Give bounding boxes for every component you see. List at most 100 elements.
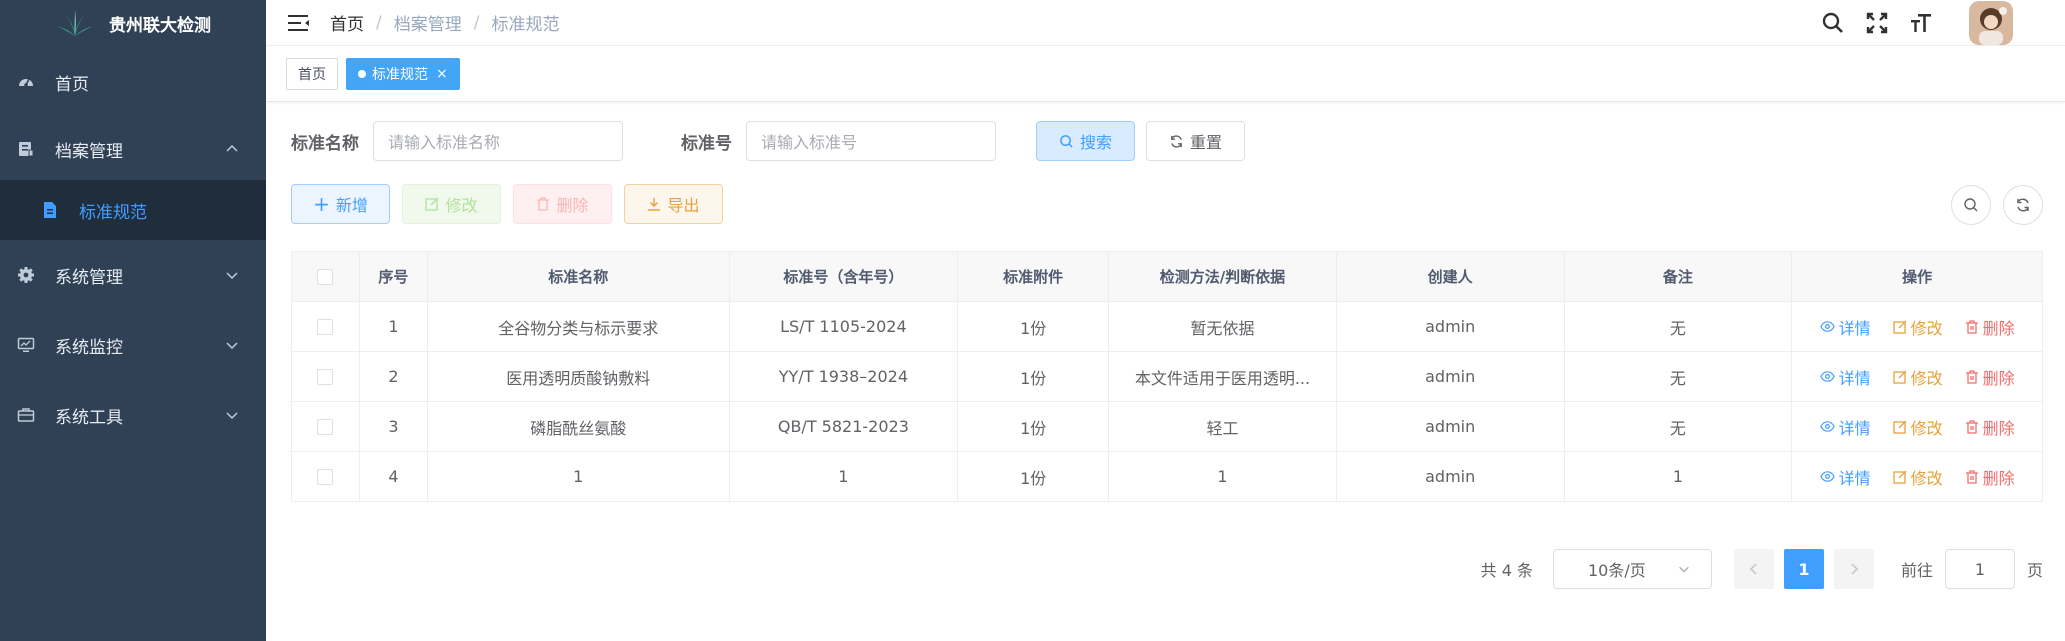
- tag-home[interactable]: 首页: [286, 57, 338, 90]
- eye-icon: [1819, 471, 1835, 482]
- edit-row-button[interactable]: 修改: [1892, 415, 1943, 439]
- trash-icon: [1965, 319, 1978, 334]
- search-icon: [1964, 198, 1978, 212]
- row-checkbox[interactable]: [317, 318, 334, 335]
- sidebar-item-tools[interactable]: 系统工具: [0, 380, 266, 450]
- toggle-search-button[interactable]: [1951, 185, 1991, 225]
- cell-creator: admin: [1337, 452, 1565, 501]
- search-button[interactable]: 搜索: [1036, 121, 1135, 161]
- tag-standards[interactable]: 标准规范 ×: [346, 57, 460, 90]
- cell-attachment[interactable]: 1份: [958, 302, 1110, 351]
- chevron-right-icon: [1851, 563, 1859, 575]
- row-checkbox[interactable]: [317, 418, 334, 435]
- sidebar-item-archive[interactable]: 档案管理: [0, 118, 266, 180]
- avatar[interactable]: [1969, 1, 2013, 45]
- sidebar-item-standards[interactable]: 标准规范: [0, 180, 266, 240]
- refresh-table-button[interactable]: [2003, 185, 2043, 225]
- view-detail-button[interactable]: 详情: [1819, 415, 1871, 439]
- cell-creator: admin: [1337, 352, 1565, 401]
- chevron-up-icon: [226, 144, 238, 152]
- cell-actions: 详情 修改 删除: [1792, 402, 2042, 451]
- row-checkbox[interactable]: [317, 368, 334, 385]
- prev-page-button[interactable]: [1733, 549, 1774, 589]
- standard-name-input[interactable]: 请输入标准名称: [373, 121, 623, 161]
- edit-button-label: 修改: [445, 196, 478, 215]
- cell-remark: 1: [1565, 452, 1793, 501]
- edit-button[interactable]: 修改: [402, 184, 501, 224]
- view-detail-button[interactable]: 详情: [1819, 315, 1871, 339]
- next-page-button[interactable]: [1833, 549, 1874, 589]
- edit-row-button[interactable]: 修改: [1892, 315, 1943, 339]
- fullscreen-icon[interactable]: [1865, 11, 1889, 35]
- sidebar-item-label: 档案管理: [55, 141, 123, 162]
- cell-attachment[interactable]: 1份: [958, 352, 1110, 401]
- search-icon: [1060, 134, 1073, 148]
- delete-row-button[interactable]: 删除: [1965, 415, 2015, 439]
- toolbox-icon: [16, 405, 36, 425]
- menu-fold-icon[interactable]: [288, 14, 310, 32]
- page-size-select[interactable]: 10条/页: [1552, 549, 1712, 589]
- cell-attachment[interactable]: 1份: [958, 452, 1110, 501]
- refresh-icon: [1171, 134, 1182, 148]
- search-icon[interactable]: [1821, 11, 1845, 35]
- row-checkbox[interactable]: [317, 468, 334, 485]
- select-all-checkbox[interactable]: [317, 268, 334, 285]
- search-button-label: 搜索: [1079, 133, 1112, 152]
- edit-row-button[interactable]: 修改: [1892, 365, 1943, 389]
- reset-button[interactable]: 重置: [1146, 121, 1245, 161]
- main-content: 标准名称 请输入标准名称 标准号 请输入标准号 搜索 重置 + 新增 修改 删除…: [266, 102, 2065, 641]
- sidebar-item-label: 系统监控: [55, 337, 123, 358]
- chevron-down-icon: [226, 412, 238, 420]
- delete-button[interactable]: 删除: [513, 184, 612, 224]
- sidebar-item-label: 系统工具: [55, 407, 123, 428]
- sidebar: 贵州联大检测 首页 档案管理 标准规范 系统管理 系统监控 系统工具: [0, 0, 266, 641]
- gear-icon: [16, 265, 36, 285]
- column-header: 标准名称: [428, 252, 730, 301]
- font-size-icon[interactable]: [1909, 11, 1933, 35]
- standard-no-input[interactable]: 请输入标准号: [746, 121, 996, 161]
- chevron-left-icon: [1749, 563, 1757, 575]
- sidebar-item-system[interactable]: 系统管理: [0, 240, 266, 310]
- standards-table: 序号 标准名称 标准号（含年号） 标准附件 检测方法/判断依据 创建人 备注 操…: [291, 251, 2043, 502]
- delete-button-label: 删除: [556, 196, 589, 215]
- sidebar-item-label: 系统管理: [55, 267, 123, 288]
- column-header: 标准号（含年号）: [730, 252, 959, 301]
- logo[interactable]: 贵州联大检测: [0, 0, 266, 46]
- cell-actions: 详情 修改 删除: [1792, 302, 2042, 351]
- goto-page-input[interactable]: 1: [1944, 549, 2015, 589]
- delete-row-button[interactable]: 删除: [1965, 365, 2015, 389]
- cell-remark: 无: [1565, 352, 1793, 401]
- cell-name: 磷脂酰丝氨酸: [428, 402, 730, 451]
- tag-label: 标准规范: [372, 66, 428, 83]
- breadcrumb-item[interactable]: 首页: [330, 10, 364, 35]
- logo-leaf-icon: [57, 10, 93, 36]
- plus-icon: +: [313, 192, 330, 216]
- cell-attachment[interactable]: 1份: [958, 402, 1110, 451]
- pagination-jumper: 前往 1 页: [1901, 549, 2043, 589]
- cell-code: YY/T 1938–2024: [730, 352, 959, 401]
- page-number-button[interactable]: 1: [1783, 549, 1824, 589]
- cell-actions: 详情 修改 删除: [1792, 452, 2042, 501]
- close-icon[interactable]: ×: [436, 66, 448, 82]
- reset-button-label: 重置: [1189, 133, 1222, 152]
- cell-code: QB/T 5821-2023: [730, 402, 959, 451]
- edit-row-button[interactable]: 修改: [1892, 465, 1943, 489]
- cell-actions: 详情 修改 删除: [1792, 352, 2042, 401]
- sidebar-item-home[interactable]: 首页: [0, 46, 266, 118]
- standard-name-label: 标准名称: [291, 133, 359, 154]
- sidebar-item-monitor[interactable]: 系统监控: [0, 310, 266, 380]
- delete-row-button[interactable]: 删除: [1965, 315, 2015, 339]
- column-header: 检测方法/判断依据: [1109, 252, 1337, 301]
- delete-row-button[interactable]: 删除: [1965, 465, 2015, 489]
- edit-icon: [1892, 470, 1907, 484]
- add-button[interactable]: + 新增: [291, 184, 390, 224]
- table-row: 1 全谷物分类与标示要求 LS/T 1105-2024 1份 暂无依据 admin 无详情修…: [292, 302, 2042, 352]
- export-button[interactable]: 导出: [624, 184, 723, 224]
- cell-method: 轻工: [1206, 418, 1239, 438]
- view-detail-button[interactable]: 详情: [1819, 465, 1871, 489]
- sidebar-item-label: 首页: [55, 74, 89, 95]
- goto-unit: 页: [2026, 561, 2043, 580]
- view-detail-button[interactable]: 详情: [1819, 365, 1871, 389]
- breadcrumb-item[interactable]: 档案管理: [394, 10, 462, 35]
- table-row: 3 磷脂酰丝氨酸 QB/T 5821-2023 1份 轻工 admin 无详情 修改 删除: [292, 402, 2042, 452]
